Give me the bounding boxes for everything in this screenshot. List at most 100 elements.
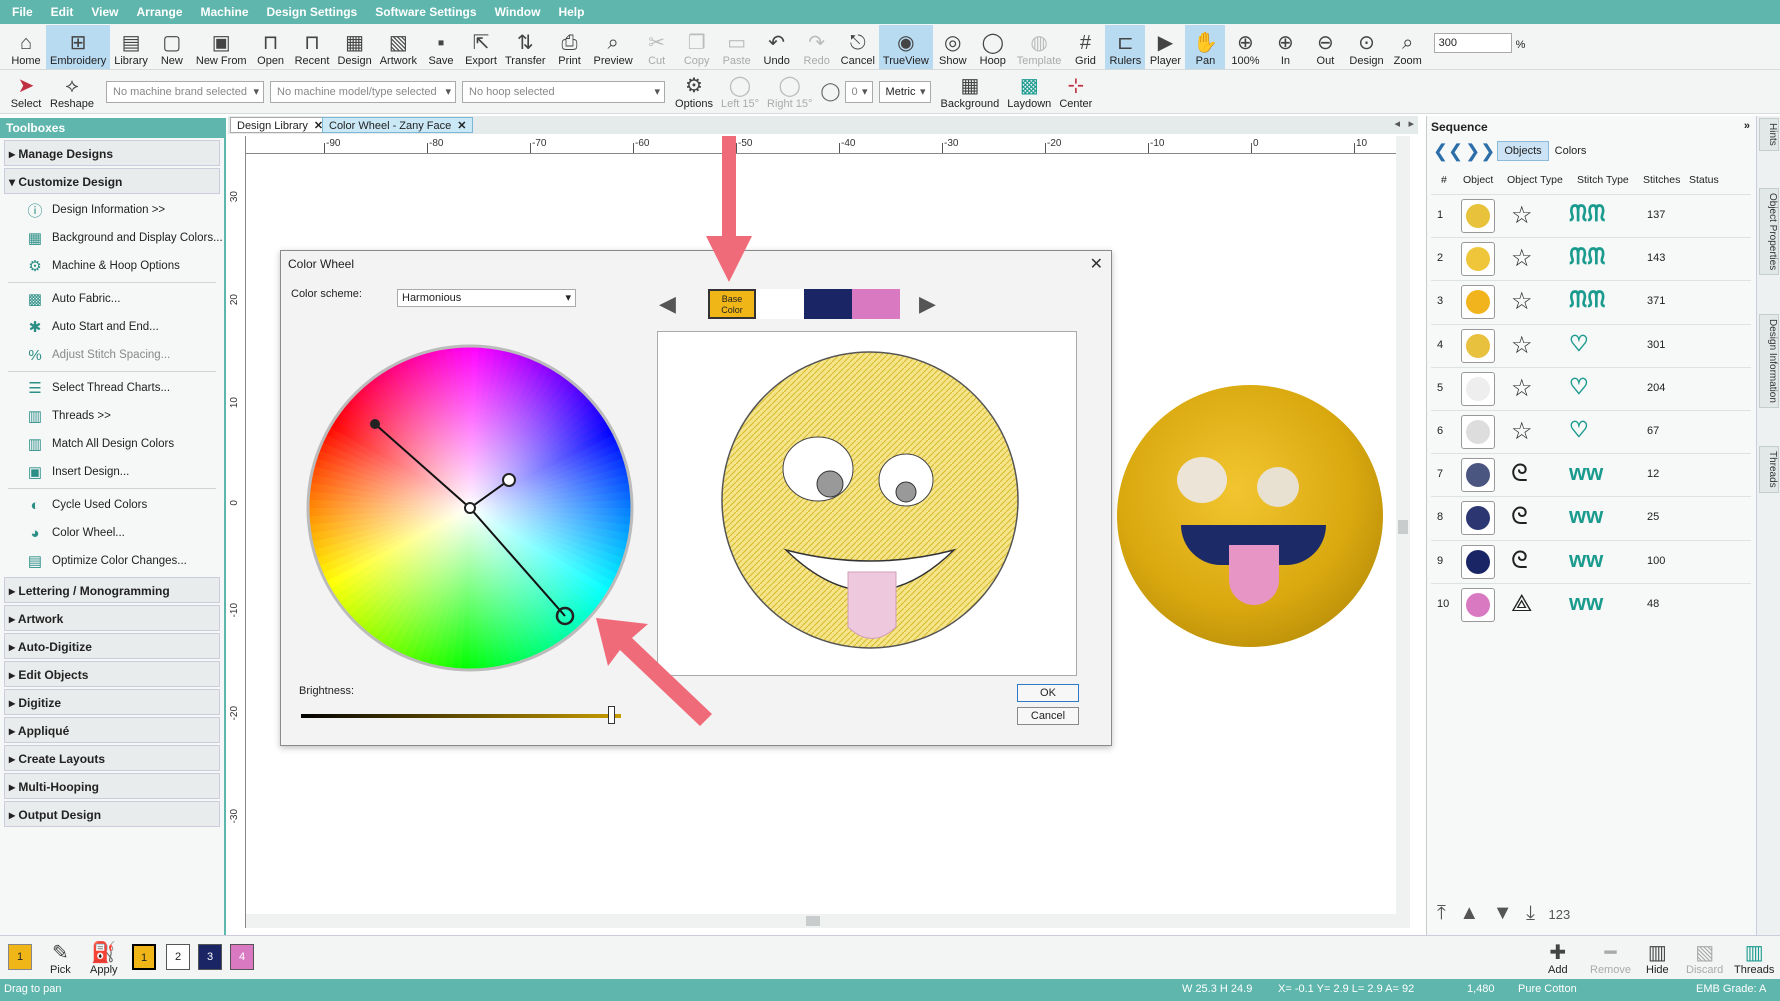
- template-button[interactable]: ◍ Template: [1013, 25, 1066, 69]
- apply-button[interactable]: ⛽ Apply: [90, 940, 118, 976]
- ok-button[interactable]: OK: [1017, 684, 1079, 702]
- recent-button[interactable]: ⊓ Recent: [291, 25, 334, 69]
- rotate-left-button[interactable]: ◯ Left 15°: [717, 72, 763, 112]
- hoop-select[interactable]: No hoop selected: [462, 80, 666, 103]
- tab-color-wheel[interactable]: Color Wheel - Zany Face ✕: [322, 117, 474, 133]
- embroidery-button[interactable]: ⊞ Embroidery: [46, 25, 111, 69]
- wheel-center-handle[interactable]: [464, 502, 476, 514]
- tab-objects[interactable]: Objects: [1497, 141, 1549, 161]
- next-scheme-icon[interactable]: ▶: [919, 291, 949, 319]
- toolbox-item[interactable]: ◐ Cycle Used Colors: [0, 491, 224, 519]
- toolbox-item[interactable]: ⓘ Design Information >>: [0, 196, 224, 224]
- table-row[interactable]: 7 ᘓ ᴡᴡ 12: [1431, 453, 1751, 496]
- toolbox-section[interactable]: Edit Objects: [4, 661, 220, 687]
- tab-colors[interactable]: Colors: [1549, 142, 1593, 160]
- toolbox-item[interactable]: ☰ Select Thread Charts...: [0, 374, 224, 402]
- scroll-thumb[interactable]: [806, 916, 820, 926]
- color-chip-1[interactable]: 1: [8, 944, 32, 970]
- table-row[interactable]: 9 ᘓ ᴡᴡ 100: [1431, 539, 1751, 583]
- center-button[interactable]: ⊹ Center: [1055, 72, 1096, 112]
- threads-button[interactable]: ▥ Threads: [1734, 940, 1774, 976]
- toolbox-section[interactable]: Artwork: [4, 605, 220, 631]
- zoom-button[interactable]: ⌕ Zoom: [1388, 25, 1428, 69]
- grid-button[interactable]: # Grid: [1065, 25, 1105, 69]
- move-down-icon[interactable]: ▼: [1493, 902, 1513, 924]
- toolbox-item[interactable]: ◕ Color Wheel...: [0, 519, 224, 547]
- redo-button[interactable]: ↷ Redo: [797, 25, 837, 69]
- menu-window[interactable]: Window: [495, 5, 541, 19]
- move-to-bottom-icon[interactable]: ⤓: [1526, 902, 1535, 924]
- zoom-100-button[interactable]: ⊕ 100%: [1225, 25, 1265, 69]
- prev-scheme-icon[interactable]: ◀: [659, 291, 689, 319]
- collapse-panel-icon[interactable]: »: [1744, 120, 1750, 132]
- color-chip-3[interactable]: 3: [198, 944, 222, 970]
- section-manage-designs[interactable]: Manage Designs: [4, 140, 220, 166]
- toolbox-section[interactable]: Auto-Digitize: [4, 633, 220, 659]
- vertical-scrollbar[interactable]: [1396, 136, 1410, 914]
- artwork-button[interactable]: ▧ Artwork: [376, 25, 421, 69]
- menu-machine[interactable]: Machine: [201, 5, 249, 19]
- print-button[interactable]: ⎙ Print: [550, 25, 590, 69]
- preview-button[interactable]: ⌕ Preview: [590, 25, 637, 69]
- toolbox-section[interactable]: Multi-Hooping: [4, 773, 220, 799]
- laydown-button[interactable]: ▩ Laydown: [1003, 72, 1055, 112]
- undo-button[interactable]: ↶ Undo: [757, 25, 797, 69]
- cancel-button[interactable]: Cancel: [1017, 707, 1079, 725]
- table-row[interactable]: 3 ☆ ᙏᙏ 371: [1431, 280, 1751, 323]
- zoom-level-input[interactable]: 300: [1433, 33, 1512, 53]
- menu-file[interactable]: File: [12, 5, 33, 19]
- menu-help[interactable]: Help: [558, 5, 584, 19]
- toolbox-section[interactable]: Digitize: [4, 689, 220, 715]
- table-row[interactable]: 6 ☆ ♡ 67: [1431, 410, 1751, 453]
- home-button[interactable]: ⌂ Home: [6, 25, 46, 69]
- angle-input[interactable]: 0: [844, 80, 873, 103]
- move-to-top-icon[interactable]: ⤒: [1437, 902, 1446, 924]
- embroidery-design-zany-face[interactable]: [1117, 385, 1383, 647]
- rulers-button[interactable]: ⊏ Rulers: [1105, 25, 1146, 69]
- tab-design-information[interactable]: Design Information: [1759, 314, 1779, 408]
- double-chevron-left-icon[interactable]: ❮❮: [1433, 141, 1463, 162]
- toolbox-item[interactable]: ⚙ Machine & Hoop Options: [0, 252, 224, 280]
- toolbox-item[interactable]: ▥ Threads >>: [0, 402, 224, 430]
- toolbox-section[interactable]: Lettering / Monogramming: [4, 577, 220, 603]
- color-scheme-select[interactable]: Harmonious: [397, 289, 576, 307]
- zoom-design-button[interactable]: ⊙ Design: [1345, 25, 1387, 69]
- toolbox-section[interactable]: Output Design: [4, 801, 220, 827]
- rotate-right-button[interactable]: ◯ Right 15°: [763, 72, 816, 112]
- save-button[interactable]: ▪ Save: [421, 25, 461, 69]
- wheel-handle[interactable]: [502, 473, 516, 487]
- add-button[interactable]: ✚ Add: [1548, 940, 1568, 976]
- brightness-slider[interactable]: [301, 714, 621, 718]
- pan-button[interactable]: ✋ Pan: [1185, 25, 1226, 69]
- horizontal-scrollbar[interactable]: [246, 914, 1410, 928]
- table-row[interactable]: 10 ⟁ ᴡᴡ 48: [1431, 582, 1751, 626]
- toolbox-item[interactable]: ▥ Match All Design Colors: [0, 430, 224, 458]
- tab-hints[interactable]: Hints: [1759, 118, 1779, 151]
- toolbox-item[interactable]: ✱ Auto Start and End...: [0, 313, 224, 341]
- close-icon[interactable]: ✕: [1090, 254, 1103, 274]
- menu-software-settings[interactable]: Software Settings: [375, 5, 476, 19]
- tab-object-properties[interactable]: Object Properties: [1759, 188, 1779, 276]
- scroll-thumb[interactable]: [1398, 520, 1408, 534]
- menu-design-settings[interactable]: Design Settings: [267, 5, 358, 19]
- close-icon[interactable]: ✕: [457, 120, 466, 132]
- color-chip-2[interactable]: 2: [166, 944, 190, 970]
- tabs-scroll-right-icon[interactable]: ▸: [1408, 117, 1414, 130]
- toolbox-item[interactable]: ▦ Background and Display Colors...: [0, 224, 224, 252]
- wheel-handle[interactable]: [370, 419, 380, 429]
- options-button[interactable]: ⚙ Options: [671, 72, 717, 112]
- menu-edit[interactable]: Edit: [51, 5, 74, 19]
- tab-threads[interactable]: Threads: [1759, 446, 1779, 493]
- table-row[interactable]: 1 ☆ ᙏᙏ 137: [1431, 194, 1751, 237]
- color-chip-4[interactable]: 4: [230, 944, 254, 970]
- open-button[interactable]: ⊓ Open: [251, 25, 291, 69]
- hoop-button[interactable]: ◯ Hoop: [973, 25, 1013, 69]
- table-row[interactable]: 4 ☆ ♡ 301: [1431, 323, 1751, 367]
- section-customize-design[interactable]: Customize Design: [4, 168, 220, 194]
- toolbox-item[interactable]: % Adjust Stitch Spacing...: [0, 341, 224, 369]
- select-button[interactable]: ➤ Select: [6, 72, 46, 112]
- tabs-scroll-left-icon[interactable]: ◂: [1394, 117, 1400, 130]
- color-wheel[interactable]: [305, 343, 635, 673]
- toolbox-section[interactable]: Appliqué: [4, 717, 220, 743]
- units-select[interactable]: Metric: [878, 80, 931, 103]
